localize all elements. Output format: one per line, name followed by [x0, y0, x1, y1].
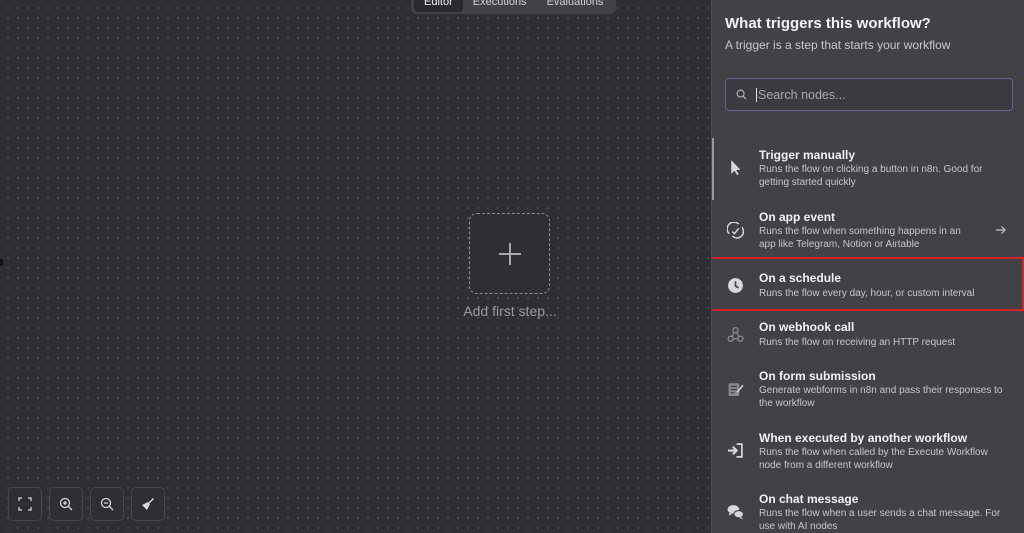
form-icon [726, 379, 744, 397]
tidy-up-button[interactable] [131, 487, 165, 521]
node-description: Generate webforms in n8n and pass their … [759, 385, 1003, 409]
chat-icon [726, 502, 744, 520]
arrow-right-icon [996, 226, 1006, 234]
node-description: Runs the flow on clicking a button in n8… [759, 164, 983, 188]
zoom-out-icon [100, 497, 114, 511]
fullscreen-icon [18, 497, 32, 511]
node-description: Runs the flow when something happens in … [759, 226, 961, 250]
node-title: On chat message [759, 492, 859, 506]
node-when-executed-by-another-workflow[interactable]: When executed by another workflow Runs t… [712, 430, 1024, 478]
node-title: On form submission [759, 369, 876, 383]
node-title: On app event [759, 210, 836, 224]
node-description: Runs the flow on receiving an HTTP reque… [759, 337, 956, 348]
node-on-webhook-call[interactable]: On webhook call Runs the flow on receivi… [712, 319, 1024, 355]
node-description: Runs the flow when a user sends a chat m… [759, 508, 1001, 532]
add-first-step-label: Add first step... [463, 303, 557, 319]
tab-executions[interactable]: Executions [463, 0, 537, 12]
search-box[interactable] [725, 78, 1013, 111]
pointer-icon [726, 158, 744, 176]
node-title: On webhook call [759, 320, 855, 334]
zoom-in-icon [59, 497, 73, 511]
fit-view-button[interactable] [8, 487, 42, 521]
zoom-out-button[interactable] [90, 487, 124, 521]
app-event-icon [726, 221, 744, 239]
panel-title: What triggers this workflow? [725, 15, 931, 32]
sign-in-icon [726, 441, 744, 459]
tab-evaluations[interactable]: Evaluations [537, 0, 614, 12]
search-input[interactable] [756, 87, 996, 102]
plus-icon [498, 242, 521, 265]
selection-highlight [712, 257, 1024, 311]
trigger-panel: What triggers this workflow? A trigger i… [711, 0, 1024, 533]
broom-icon [142, 498, 154, 510]
node-on-app-event[interactable]: On app event Runs the flow when somethin… [712, 208, 1024, 258]
tab-editor[interactable]: Editor [414, 0, 463, 12]
canvas-edge-handle [0, 259, 3, 266]
node-on-chat-message[interactable]: On chat message Runs the flow when a use… [712, 491, 1024, 533]
node-on-form-submission[interactable]: On form submission Generate webforms in … [712, 368, 1024, 416]
node-description: Runs the flow when called by the Execute… [759, 447, 988, 471]
node-title: Trigger manually [759, 148, 856, 162]
node-trigger-manually[interactable]: Trigger manually Runs the flow on clicki… [712, 146, 1024, 196]
webhook-icon [726, 325, 744, 343]
add-first-step-button[interactable] [469, 213, 550, 294]
zoom-in-button[interactable] [49, 487, 83, 521]
panel-subtitle: A trigger is a step that starts your wor… [725, 38, 951, 52]
workflow-canvas[interactable] [0, 0, 711, 533]
search-icon [736, 89, 747, 100]
canvas-controls [8, 487, 165, 521]
view-tab-bar: Editor Executions Evaluations [411, 0, 617, 14]
node-title: When executed by another workflow [759, 431, 968, 445]
